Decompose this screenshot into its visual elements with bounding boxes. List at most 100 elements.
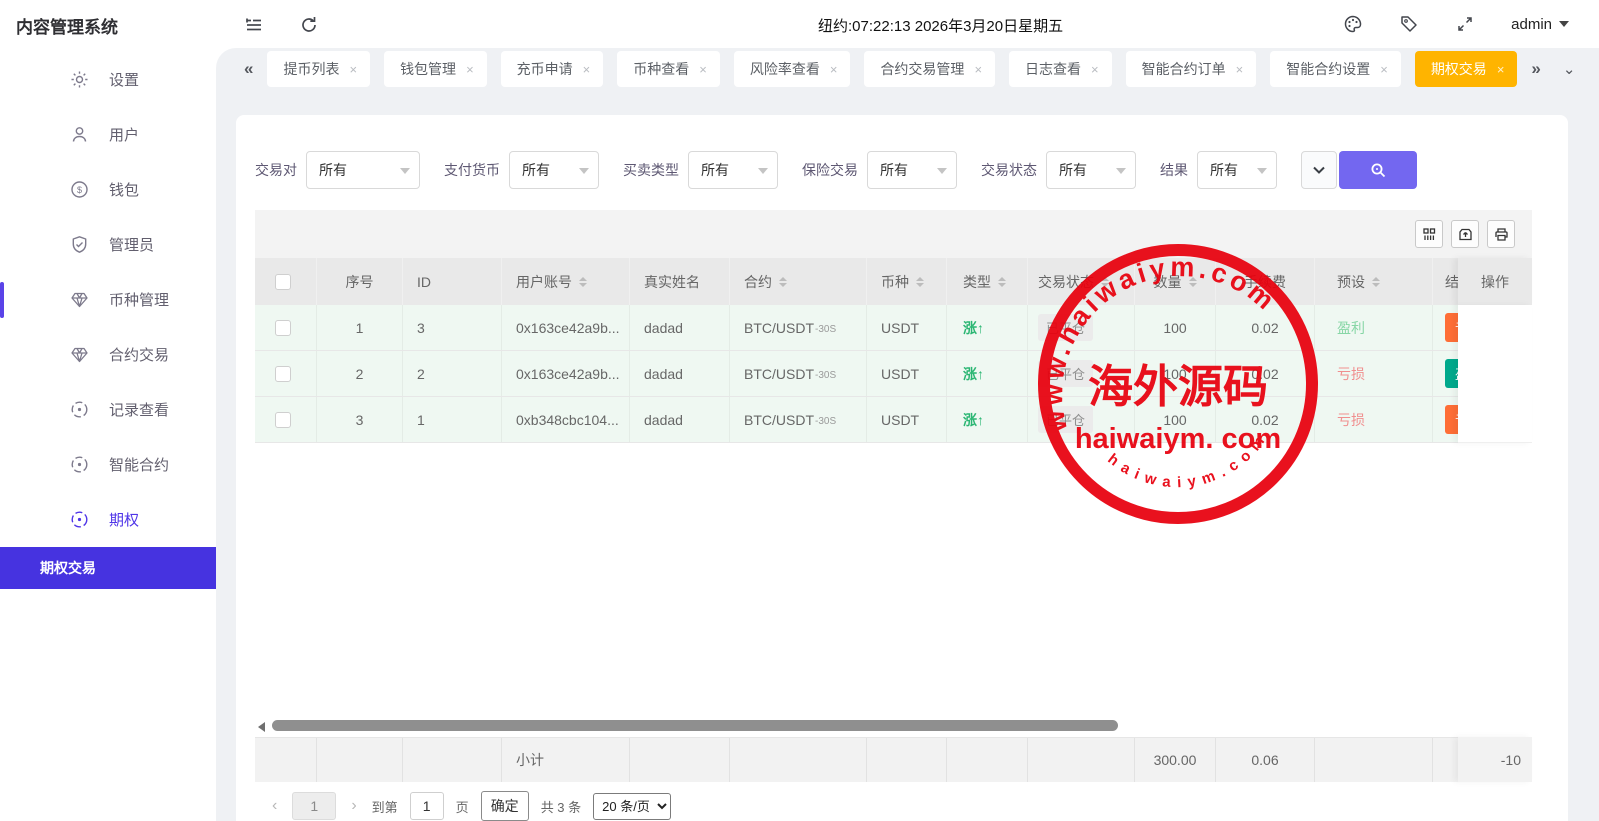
tabs-menu-chevron-icon[interactable]: ⌄ [1563, 60, 1576, 78]
sidebar-item-coins[interactable]: 币种管理 [0, 272, 216, 327]
filter-pair-select[interactable]: 所有 [306, 151, 420, 189]
sidebar-item-users[interactable]: 用户 [0, 107, 216, 162]
status-badge: 已平仓 [1038, 406, 1093, 433]
cell-realname: dadad [630, 351, 730, 396]
operation-cells [1458, 305, 1532, 443]
sort-icon[interactable] [779, 277, 787, 287]
result-badge-button[interactable]: 盈利 [1445, 359, 1458, 388]
goto-page-input[interactable] [410, 792, 444, 820]
page: 内容管理系统 纽约:07:22:13 2026年3月20日星期五 admin [0, 0, 1599, 821]
dollar-circle-icon: $ [70, 180, 89, 199]
close-icon[interactable]: × [1497, 62, 1505, 77]
subtotal-quantity: 300.00 [1135, 738, 1216, 782]
caret-down-icon [579, 168, 589, 174]
tab-contract-trade-manage[interactable]: 合约交易管理× [864, 51, 995, 87]
sidebar-scrollbar-thumb[interactable] [0, 282, 4, 318]
columns-setting-button[interactable] [1415, 220, 1443, 248]
filter-result-select[interactable]: 所有 [1197, 151, 1277, 189]
tab-deposit-apply[interactable]: 充币申请× [501, 51, 604, 87]
select-all-checkbox[interactable] [275, 274, 291, 290]
table-row[interactable]: 1 3 0x163ce42a9b... dadad BTC/USDT-30S U… [255, 305, 1458, 351]
tag-icon[interactable] [1399, 14, 1419, 34]
palette-icon[interactable] [1343, 14, 1363, 34]
close-icon[interactable]: × [349, 62, 357, 77]
table-header-row: 序号 ID 用户账号 真实姓名 合约 币种 类型 交易状态 数量 手续费 预设 … [255, 258, 1458, 305]
sidebar-item-options[interactable]: 期权 [0, 492, 216, 547]
col-fee[interactable]: 手续费 [1216, 258, 1315, 305]
fullscreen-icon[interactable] [1455, 14, 1475, 34]
col-coin[interactable]: 币种 [867, 258, 947, 305]
sort-icon[interactable] [998, 277, 1006, 287]
close-icon[interactable]: × [974, 62, 982, 77]
col-result[interactable]: 结果 [1433, 258, 1458, 305]
col-status[interactable]: 交易状态 [1028, 258, 1135, 305]
sidebar-item-contract-trade[interactable]: 合约交易 [0, 327, 216, 382]
table-row[interactable]: 2 2 0x163ce42a9b... dadad BTC/USDT-30S U… [255, 351, 1458, 397]
sidebar-item-wallet[interactable]: $ 钱包 [0, 162, 216, 217]
next-page-icon[interactable]: › [348, 797, 359, 815]
user-menu[interactable]: admin [1511, 16, 1569, 33]
filter-buy-sell-type-select[interactable]: 所有 [688, 151, 778, 189]
refresh-icon[interactable] [299, 15, 319, 35]
app-title: 内容管理系统 [16, 13, 118, 38]
close-icon[interactable]: × [466, 62, 474, 77]
close-icon[interactable]: × [1236, 62, 1244, 77]
filter-pay-currency-select[interactable]: 所有 [509, 151, 599, 189]
tab-withdraw-list[interactable]: 提币列表× [267, 51, 370, 87]
print-button[interactable] [1487, 220, 1515, 248]
tabs-scroll-right-icon[interactable]: » [1531, 59, 1540, 79]
sort-icon[interactable] [579, 277, 587, 287]
sort-icon[interactable] [1189, 277, 1197, 287]
row-checkbox[interactable] [275, 412, 291, 428]
tab-smart-contract-settings[interactable]: 智能合约设置× [1270, 51, 1401, 87]
sidebar-item-admins[interactable]: 管理员 [0, 217, 216, 272]
col-id[interactable]: ID [403, 258, 502, 305]
close-icon[interactable]: × [583, 62, 591, 77]
sort-icon[interactable] [1372, 277, 1380, 287]
close-icon[interactable]: × [1091, 62, 1099, 77]
page-number-button[interactable]: 1 [292, 792, 336, 820]
disc-icon [70, 455, 89, 474]
table-row[interactable]: 3 1 0xb348cbc104... dadad BTC/USDT-30S U… [255, 397, 1458, 443]
row-checkbox[interactable] [275, 366, 291, 382]
col-preset[interactable]: 预设 [1315, 258, 1433, 305]
close-icon[interactable]: × [830, 62, 838, 77]
search-button[interactable] [1339, 151, 1417, 189]
sort-icon[interactable] [1101, 277, 1109, 287]
row-checkbox[interactable] [275, 320, 291, 336]
sidebar-subitem-options-trade[interactable]: 期权交易 [0, 547, 216, 589]
page-size-select[interactable]: 20 条/页 [593, 793, 671, 820]
filter-trade-status-select[interactable]: 所有 [1046, 151, 1136, 189]
filter-expand-button[interactable] [1301, 151, 1337, 189]
result-badge-button[interactable]: 亏损 [1445, 313, 1458, 342]
col-seq[interactable]: 序号 [317, 258, 403, 305]
scroll-left-arrow-icon[interactable] [258, 722, 265, 732]
filter-insurance-select[interactable]: 所有 [867, 151, 957, 189]
tab-wallet-manage[interactable]: 钱包管理× [384, 51, 487, 87]
tab-risk-view[interactable]: 风险率查看× [734, 51, 851, 87]
close-icon[interactable]: × [699, 62, 707, 77]
tab-coin-view[interactable]: 币种查看× [617, 51, 720, 87]
confirm-button[interactable]: 确定 [481, 791, 529, 821]
col-account[interactable]: 用户账号 [502, 258, 630, 305]
col-contract[interactable]: 合约 [730, 258, 867, 305]
scrollbar-thumb[interactable] [272, 720, 1118, 731]
sidebar-item-settings[interactable]: 设置 [0, 52, 216, 107]
col-realname[interactable]: 真实姓名 [630, 258, 730, 305]
col-type[interactable]: 类型 [947, 258, 1028, 305]
menu-collapse-icon[interactable] [244, 15, 264, 35]
sidebar-item-smart-contract[interactable]: 智能合约 [0, 437, 216, 492]
col-quantity[interactable]: 数量 [1135, 258, 1216, 305]
prev-page-icon[interactable]: ‹ [269, 797, 280, 815]
horizontal-scrollbar[interactable] [255, 718, 1458, 734]
tab-log-view[interactable]: 日志查看× [1009, 51, 1112, 87]
tab-options-trade[interactable]: 期权交易× [1415, 51, 1518, 87]
close-icon[interactable]: × [1380, 62, 1388, 77]
tabs-scroll-left-icon[interactable]: « [244, 59, 253, 79]
cell-quantity: 100 [1135, 351, 1216, 396]
sort-icon[interactable] [916, 277, 924, 287]
result-badge-button[interactable]: 亏损 [1445, 405, 1458, 434]
sidebar-item-records[interactable]: 记录查看 [0, 382, 216, 437]
export-button[interactable] [1451, 220, 1479, 248]
tab-smart-contract-orders[interactable]: 智能合约订单× [1126, 51, 1257, 87]
